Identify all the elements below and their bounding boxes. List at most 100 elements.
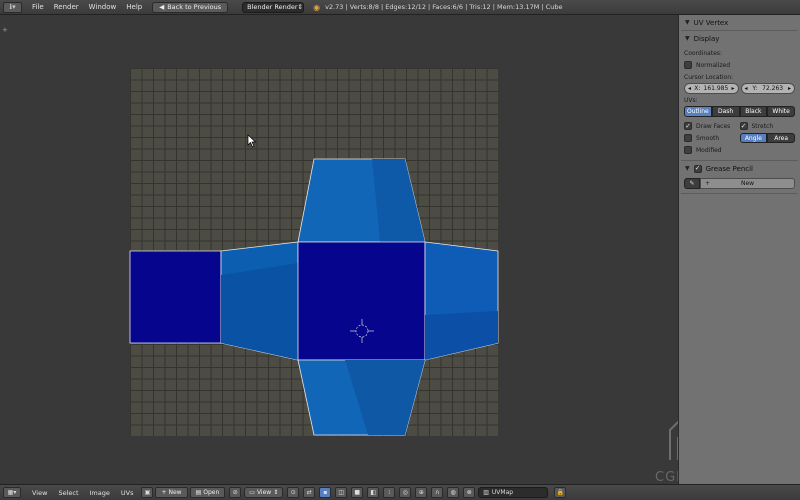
uv-map-field[interactable]: ▥ UVMap bbox=[478, 487, 549, 498]
menu-view[interactable]: View bbox=[32, 489, 47, 497]
active-uv-map-icon[interactable]: ⊗ bbox=[463, 487, 476, 498]
snap-magnet-icon[interactable]: ∩ bbox=[431, 487, 444, 498]
info-icon[interactable]: ℹ▾ bbox=[3, 1, 22, 13]
right-arrow-icon[interactable]: ▸ bbox=[731, 85, 734, 92]
uv-image-editor-viewport[interactable]: + bbox=[0, 15, 744, 485]
cursor-x-field[interactable]: ◂ X: 161.985 ▸ bbox=[684, 83, 739, 94]
cursor-x-value: 161.985 bbox=[703, 85, 729, 92]
back-to-previous-button[interactable]: ◀ Back to Previous bbox=[152, 1, 229, 13]
vertex-select-mode-icon[interactable]: ▪ bbox=[319, 487, 332, 498]
view-mode-icon: ▭ bbox=[249, 489, 255, 496]
stretch-checkbox[interactable]: ✓ bbox=[739, 122, 748, 130]
draw-faces-checkbox[interactable]: ✓ bbox=[684, 122, 692, 130]
uv-sculpt-icon[interactable]: ◍ bbox=[447, 487, 460, 498]
normalized-label: Normalized bbox=[696, 61, 731, 69]
smooth-checkbox[interactable] bbox=[684, 134, 692, 142]
uv-map-icon: ▥ bbox=[483, 489, 489, 496]
uv-face-right-shade bbox=[425, 311, 498, 360]
collapse-triangle-icon: ▼ bbox=[685, 165, 690, 172]
collapse-triangle-icon: ▼ bbox=[685, 19, 690, 26]
sticky-selection-icon[interactable]: ⁝ bbox=[383, 487, 396, 498]
smooth-row[interactable]: Smooth bbox=[684, 132, 740, 144]
cursor-x-label: X: bbox=[694, 85, 701, 92]
back-arrow-icon: ◀ bbox=[159, 3, 165, 11]
stretch-mode-selector: Angle Area bbox=[739, 133, 795, 143]
menu-uvs[interactable]: UVs bbox=[121, 489, 134, 497]
cursor-y-value: 72.263 bbox=[762, 85, 784, 92]
pencil-icon[interactable]: ✎ bbox=[684, 178, 700, 189]
menu-image[interactable]: Image bbox=[90, 489, 110, 497]
editor-type-icon[interactable]: ▦▾ bbox=[3, 487, 21, 498]
lock-icon[interactable]: 🔒 bbox=[554, 487, 567, 498]
uv-map-name: UVMap bbox=[491, 489, 514, 496]
menu-render[interactable]: Render bbox=[54, 3, 79, 11]
image-new-button[interactable]: + New bbox=[155, 487, 188, 498]
stretch-mode-angle[interactable]: Angle bbox=[739, 133, 768, 143]
uv-face-center[interactable] bbox=[297, 241, 426, 361]
draw-faces-row[interactable]: ✓ Draw Faces bbox=[684, 120, 740, 132]
menu-help[interactable]: Help bbox=[126, 3, 142, 11]
grease-pencil-new-label: New bbox=[740, 180, 755, 187]
smooth-label: Smooth bbox=[696, 134, 720, 142]
uv-face-top-shade bbox=[372, 159, 425, 242]
plus-icon: + bbox=[161, 489, 167, 496]
pivot-point-icon[interactable]: ⊙ bbox=[287, 487, 300, 498]
uv-layout[interactable] bbox=[0, 15, 678, 484]
uvs-label: UVs: bbox=[684, 97, 698, 104]
normalized-checkbox[interactable] bbox=[684, 61, 692, 69]
stretch-row[interactable]: ✓ Stretch bbox=[739, 120, 796, 132]
proportional-editing-icon[interactable]: ◎ bbox=[399, 487, 412, 498]
grease-pencil-title: Grease Pencil bbox=[705, 164, 754, 173]
uv-face-far-left[interactable] bbox=[129, 250, 222, 344]
blender-logo-icon: ◉ bbox=[313, 2, 321, 12]
uv-style-dash[interactable]: Dash bbox=[711, 106, 740, 117]
menu-select[interactable]: Select bbox=[58, 489, 78, 497]
normalized-checkbox-row[interactable]: Normalized bbox=[684, 59, 795, 71]
right-arrow-icon[interactable]: ▸ bbox=[788, 85, 791, 92]
menu-file[interactable]: File bbox=[32, 3, 44, 11]
back-to-previous-label: Back to Previous bbox=[167, 3, 222, 11]
view-mode-select[interactable]: ▭ View ⇕ bbox=[244, 487, 284, 498]
uv-vertex-panel-header[interactable]: ▼ UV Vertex bbox=[679, 15, 800, 30]
island-select-mode-icon[interactable]: ◧ bbox=[367, 487, 380, 498]
scene-stats: v2.73 | Verts:8/8 | Edges:12/12 | Faces:… bbox=[325, 3, 563, 11]
cursor-y-field[interactable]: ◂ Y: 72.263 ▸ bbox=[740, 83, 795, 94]
modified-checkbox[interactable] bbox=[684, 146, 692, 154]
sync-selection-icon[interactable]: ⇄ bbox=[303, 487, 316, 498]
image-new-label: New bbox=[168, 489, 182, 496]
edge-select-mode-icon[interactable]: ◫ bbox=[335, 487, 348, 498]
grease-pencil-new-button[interactable]: + New bbox=[700, 178, 795, 189]
image-open-button[interactable]: ▤ Open bbox=[189, 487, 226, 498]
mouse-pointer-icon bbox=[247, 134, 257, 148]
left-arrow-icon[interactable]: ◂ bbox=[688, 85, 691, 92]
grease-pencil-checkbox[interactable]: ✓ bbox=[693, 164, 702, 173]
uv-draw-style-selector: Outline Dash Black White bbox=[684, 106, 795, 117]
info-header: ℹ▾ File Render Window Help ◀ Back to Pre… bbox=[0, 0, 800, 15]
uv-face-left-shade bbox=[221, 263, 298, 360]
stretch-label: Stretch bbox=[751, 122, 774, 130]
display-panel-body: Coordinates: Normalized Cursor Location:… bbox=[679, 46, 800, 160]
render-engine-label: Blender Render bbox=[247, 3, 298, 11]
image-browse-icon[interactable]: ▣ bbox=[141, 487, 154, 498]
uv-style-white[interactable]: White bbox=[767, 106, 795, 117]
grease-pencil-panel-header[interactable]: ▼ ✓ Grease Pencil bbox=[679, 161, 800, 176]
view-mode-label: View bbox=[256, 489, 272, 496]
left-arrow-icon[interactable]: ◂ bbox=[745, 85, 748, 92]
uv-style-black[interactable]: Black bbox=[739, 106, 768, 117]
properties-sidebar: ▼ UV Vertex ▼ Display Coordinates: Norma… bbox=[678, 15, 800, 484]
grease-pencil-panel-body: ✎ + New bbox=[679, 176, 800, 193]
snap-element-icon[interactable]: ⊕ bbox=[415, 487, 428, 498]
cursor-y-label: Y: bbox=[752, 85, 758, 92]
display-panel-header[interactable]: ▼ Display bbox=[679, 31, 800, 46]
pin-icon[interactable]: ⊘ bbox=[229, 487, 242, 498]
face-select-mode-icon[interactable]: ■ bbox=[351, 487, 364, 498]
stretch-mode-area[interactable]: Area bbox=[767, 133, 795, 143]
render-engine-select[interactable]: Blender Render ⇕ bbox=[242, 1, 305, 13]
uv-editor-header: ▦▾ View Select Image UVs ▣ + New ▤ Open … bbox=[0, 484, 800, 500]
menu-window[interactable]: Window bbox=[89, 3, 117, 11]
image-open-label: Open bbox=[203, 489, 220, 496]
cursor-location-fields: ◂ X: 161.985 ▸ ◂ Y: 72.263 ▸ bbox=[684, 83, 795, 94]
uv-style-outline[interactable]: Outline bbox=[684, 106, 712, 117]
folder-icon: ▤ bbox=[195, 489, 202, 496]
modified-row[interactable]: Modified bbox=[684, 144, 740, 156]
